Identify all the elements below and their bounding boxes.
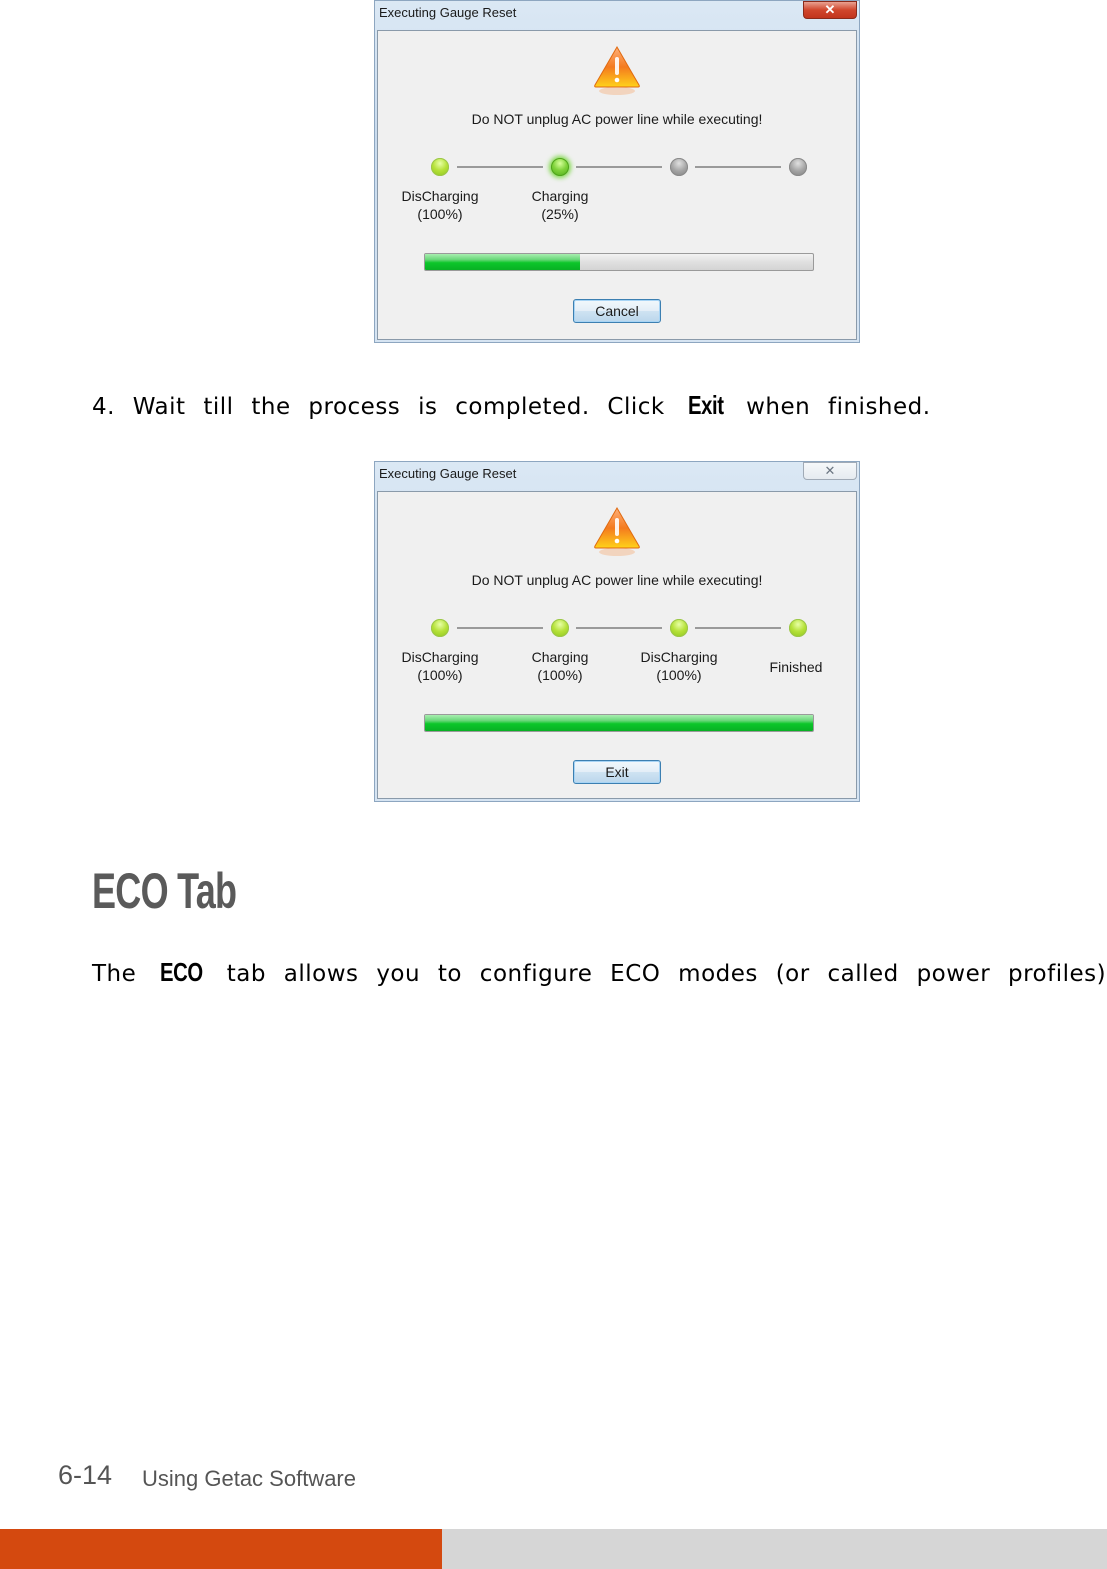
step-indicator-done [431, 158, 449, 176]
step-label: DisCharging (100%) [401, 649, 479, 683]
progress-bar-fill [425, 254, 581, 270]
step-text-end: when finished. [746, 394, 931, 420]
close-icon: ✕ [824, 463, 836, 478]
step-text: Wait till the process is completed. Clic… [132, 394, 665, 420]
dialog-title: Executing Gauge Reset [379, 466, 517, 481]
exit-button[interactable]: Exit [573, 760, 661, 784]
close-icon: ✕ [824, 2, 836, 17]
step-label: DisCharging (100%) [401, 188, 479, 222]
body-text-start: The [92, 961, 137, 987]
dialog-body: Do NOT unplug AC power line while execut… [377, 491, 857, 799]
step-connector [576, 627, 662, 629]
step-indicator-done [670, 619, 688, 637]
dialog-body: Do NOT unplug AC power line while execut… [377, 30, 857, 340]
step-connector [457, 166, 543, 168]
step-indicator-pending [789, 158, 807, 176]
dialog-titlebar: Executing Gauge Reset ✕ [375, 1, 859, 29]
body-text-end: tab allows you to configure ECO modes (o… [226, 961, 1107, 987]
progress-bar [424, 714, 814, 732]
step-connector [457, 627, 543, 629]
step-indicator-pending [670, 158, 688, 176]
step-indicator-done [789, 619, 807, 637]
progress-bar-fill [425, 715, 813, 731]
step-label: DisCharging (100%) [640, 649, 718, 683]
dialog-titlebar: Executing Gauge Reset ✕ [375, 462, 859, 490]
exit-term: Exit [687, 390, 724, 420]
section-heading: ECO Tab [92, 863, 237, 919]
step-number: 4. [92, 394, 115, 420]
warning-message: Do NOT unplug AC power line while execut… [471, 111, 763, 127]
warning-icon [594, 507, 640, 556]
step-connector [695, 166, 781, 168]
close-button[interactable]: ✕ [803, 1, 857, 19]
page-number: 6-14 [58, 1460, 113, 1490]
section-body: The ECO tab allows you to configure ECO … [92, 957, 1107, 988]
step-label: Finished [769, 659, 823, 675]
step-label: Charging (25%) [531, 188, 589, 222]
chapter-title: Using Getac Software [142, 1466, 356, 1491]
cancel-button[interactable]: Cancel [573, 299, 661, 323]
instruction-step-4: 4. Wait till the process is completed. C… [92, 390, 931, 421]
dialog-title: Executing Gauge Reset [379, 5, 517, 20]
close-button[interactable]: ✕ [803, 462, 857, 480]
progress-steps: DisCharging (100%) Charging (100%) DisChar… [378, 619, 856, 689]
step-label: Charging (100%) [531, 649, 589, 683]
progress-steps: DisCharging (100%) Charging (25%) [378, 158, 856, 228]
step-indicator-active [551, 158, 569, 176]
footer-accent-bar [0, 1529, 442, 1569]
step-indicator-done [551, 619, 569, 637]
warning-icon [594, 46, 640, 95]
warning-message: Do NOT unplug AC power line while execut… [471, 572, 763, 588]
footer-gray-bar [442, 1529, 1107, 1569]
gauge-reset-dialog-in-progress: Executing Gauge Reset ✕ Do NOT unplug AC… [374, 0, 860, 343]
gauge-reset-dialog-finished: Executing Gauge Reset ✕ Do NOT unplug AC… [374, 461, 860, 802]
step-indicator-done [431, 619, 449, 637]
step-connector [576, 166, 662, 168]
step-connector [695, 627, 781, 629]
progress-bar [424, 253, 814, 271]
eco-term: ECO [160, 957, 203, 987]
